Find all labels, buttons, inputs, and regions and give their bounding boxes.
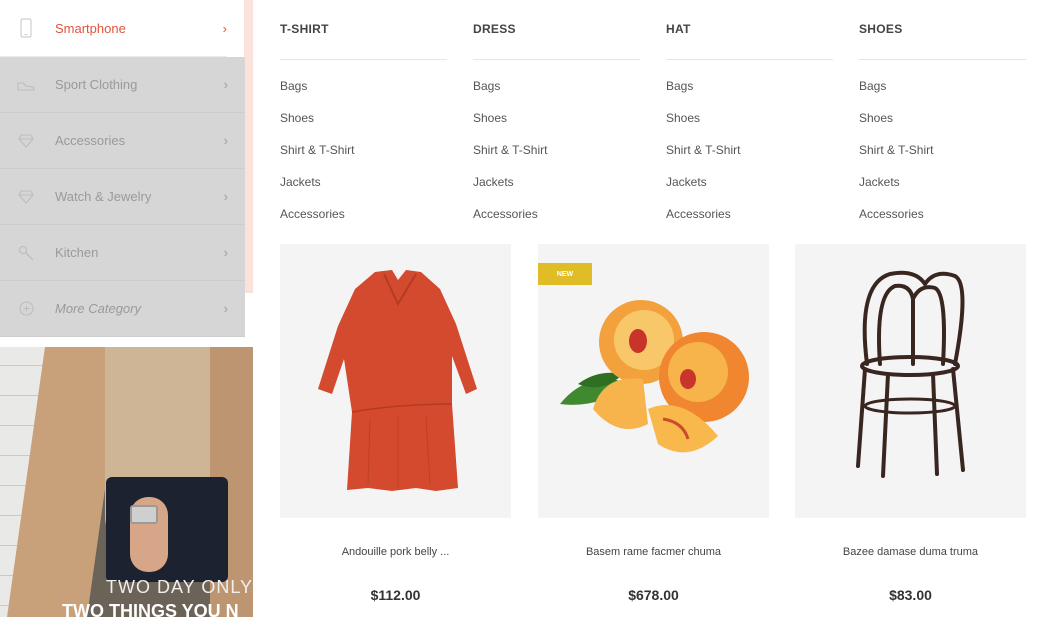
menu-link[interactable]: Shirt & T-Shirt [859,143,933,157]
category-label: Smartphone [55,20,126,36]
category-label: Kitchen [55,245,99,260]
menu-link[interactable]: Shoes [280,111,314,125]
plus-circle-icon [17,300,35,318]
menu-column-title[interactable]: SHOES [859,22,903,36]
product-price: $678.00 [628,587,679,603]
smartphone-icon [17,18,35,38]
divider [859,59,1026,60]
chevron-right-icon: › [223,77,228,92]
watch-graphic [130,505,158,524]
chevron-right-icon: › [222,20,227,36]
category-sidebar: Smartphone › Sport Clothing › Accessorie… [0,0,253,617]
product-title[interactable]: Basem rame facmer chuma [538,546,769,558]
product-card[interactable]: Bazee damase duma truma $83.00 [795,244,1026,603]
product-title[interactable]: Andouille pork belly ... [280,546,511,558]
menu-link[interactable]: Bags [666,79,693,93]
category-label: More Category [55,301,141,316]
sneaker-icon [17,76,35,94]
category-item-sport-clothing[interactable]: Sport Clothing › [0,57,245,113]
bentwood-chair-image [856,270,965,478]
red-dress-image [318,270,477,491]
menu-link[interactable]: Accessories [859,207,924,221]
product-title[interactable]: Bazee damase duma truma [795,546,1026,558]
new-badge: NEW [538,263,592,285]
divider [666,59,833,60]
diamond-icon [17,132,35,150]
menu-link[interactable]: Jackets [859,175,900,189]
menu-link[interactable]: Shoes [859,111,893,125]
category-item-watch-jewelry[interactable]: Watch & Jewelry › [0,169,245,225]
divider [280,59,447,60]
spatula-icon [17,244,35,262]
menu-link[interactable]: Bags [473,79,500,93]
product-price: $112.00 [370,587,421,603]
chevron-right-icon: › [223,133,228,148]
category-item-more[interactable]: More Category › [0,281,245,337]
divider [473,59,640,60]
category-list: Smartphone › Sport Clothing › Accessorie… [0,0,245,337]
category-item-kitchen[interactable]: Kitchen › [0,225,245,281]
menu-link[interactable]: Shirt & T-Shirt [473,143,547,157]
menu-link[interactable]: Bags [280,79,307,93]
category-item-accessories[interactable]: Accessories › [0,113,245,169]
product-price: $83.00 [889,587,932,603]
category-label: Watch & Jewelry [55,189,152,204]
menu-link[interactable]: Accessories [666,207,731,221]
product-card[interactable]: NEW Basem rame facmer chuma $678.00 [538,244,769,603]
menu-link[interactable]: Jackets [666,175,707,189]
menu-link[interactable]: Jackets [473,175,514,189]
product-image[interactable]: NEW [538,244,769,518]
promo-headline: TWO DAY ONLY [106,577,253,597]
category-item-smartphone[interactable]: Smartphone › [0,0,227,57]
menu-link[interactable]: Shirt & T-Shirt [666,143,740,157]
menu-link[interactable]: Shirt & T-Shirt [280,143,354,157]
chevron-right-icon: › [223,189,228,204]
chevron-right-icon: › [223,301,228,316]
peaches-image [560,300,749,453]
menu-link[interactable]: Jackets [280,175,321,189]
diamond-icon [17,188,35,206]
menu-column-title[interactable]: HAT [666,22,691,36]
product-card[interactable]: Andouille pork belly ... $112.00 [280,244,511,603]
product-image[interactable] [795,244,1026,518]
menu-link[interactable]: Shoes [473,111,507,125]
chevron-right-icon: › [223,245,228,260]
promo-banner[interactable]: TWO DAY ONLY TWO THINGS YOU N [0,347,253,617]
category-label: Sport Clothing [55,77,138,92]
menu-column-title[interactable]: T-SHIRT [280,22,329,36]
menu-column-title[interactable]: DRESS [473,22,516,36]
product-image[interactable] [280,244,511,518]
menu-link[interactable]: Shoes [666,111,700,125]
sidebar-accent-strip [244,0,253,293]
promo-subheadline: TWO THINGS YOU N [62,601,239,617]
menu-link[interactable]: Accessories [473,207,538,221]
menu-link[interactable]: Bags [859,79,886,93]
menu-link[interactable]: Accessories [280,207,345,221]
category-label: Accessories [55,133,126,148]
